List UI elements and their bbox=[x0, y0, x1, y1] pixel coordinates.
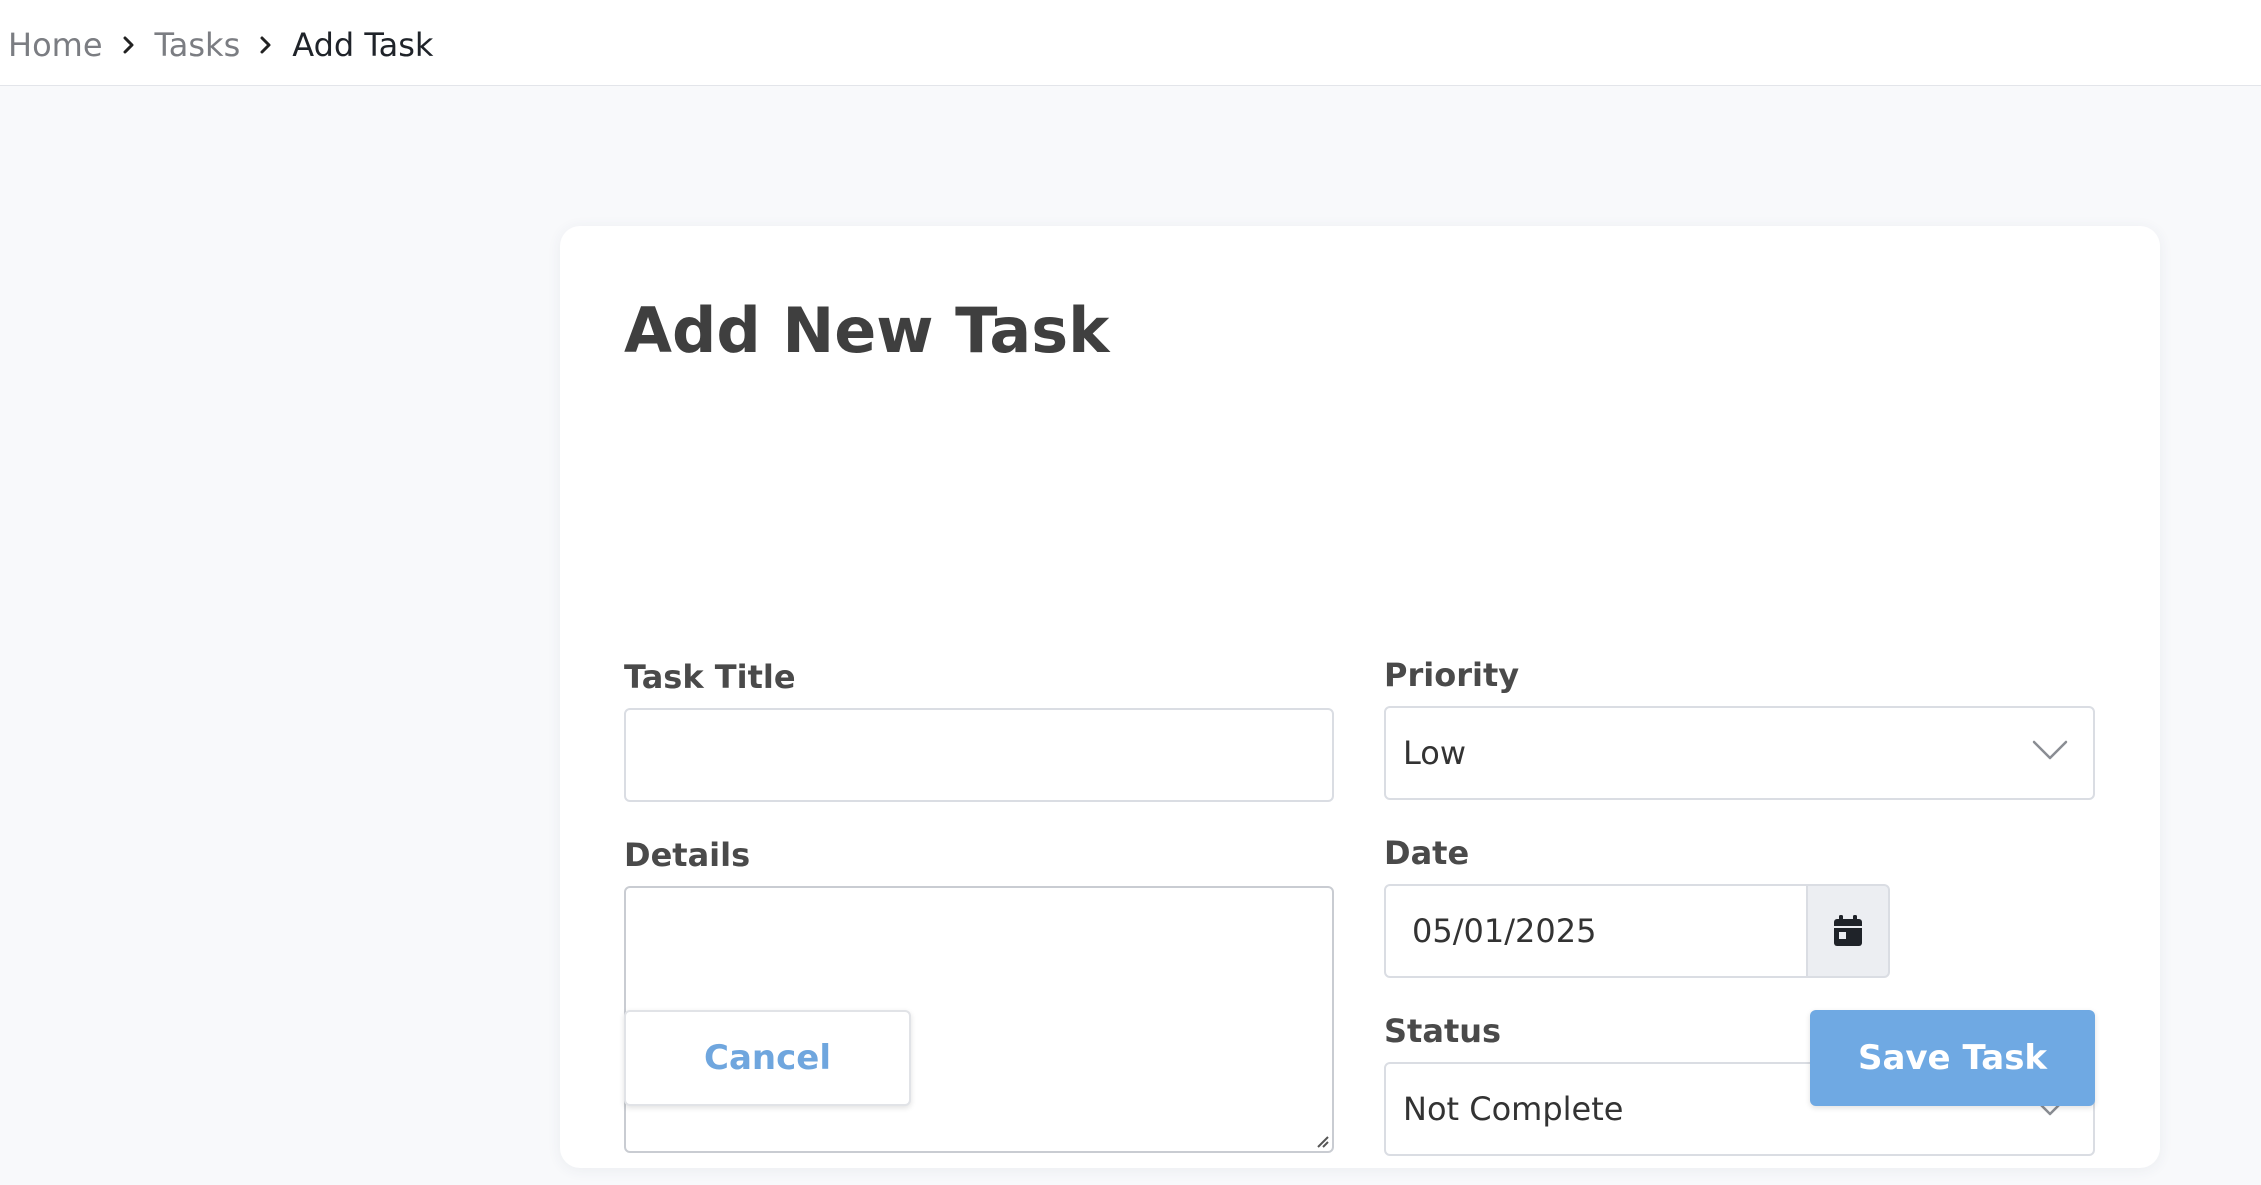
add-task-card: Add New Task Task Title Details Priority… bbox=[560, 226, 2160, 1168]
priority-selected-value: Low bbox=[1403, 734, 1467, 772]
top-bar: Home Tasks Add Task bbox=[0, 0, 2261, 86]
breadcrumb: Home Tasks Add Task bbox=[8, 24, 433, 66]
details-label: Details bbox=[624, 836, 751, 874]
priority-label: Priority bbox=[1384, 656, 1520, 694]
page-title: Add New Task bbox=[624, 294, 1110, 367]
date-label: Date bbox=[1384, 834, 1470, 872]
chevron-right-icon bbox=[240, 24, 292, 66]
task-title-input[interactable] bbox=[624, 708, 1334, 802]
chevron-right-icon bbox=[103, 24, 155, 66]
breadcrumb-home[interactable]: Home bbox=[8, 26, 103, 64]
status-label: Status bbox=[1384, 1012, 1502, 1050]
save-task-button[interactable]: Save Task bbox=[1810, 1010, 2095, 1106]
resize-grip-icon[interactable] bbox=[1314, 1133, 1330, 1149]
chevron-down-icon bbox=[2032, 740, 2068, 760]
task-title-label: Task Title bbox=[624, 658, 796, 696]
cancel-button[interactable]: Cancel bbox=[624, 1010, 911, 1106]
calendar-icon bbox=[1834, 915, 1862, 946]
breadcrumb-tasks[interactable]: Tasks bbox=[155, 26, 241, 64]
breadcrumb-current: Add Task bbox=[292, 26, 434, 64]
date-input[interactable] bbox=[1384, 884, 1808, 978]
status-selected-value: Not Complete bbox=[1403, 1090, 1624, 1128]
priority-select[interactable]: Low bbox=[1384, 706, 2095, 800]
date-picker-button[interactable] bbox=[1808, 884, 1890, 978]
